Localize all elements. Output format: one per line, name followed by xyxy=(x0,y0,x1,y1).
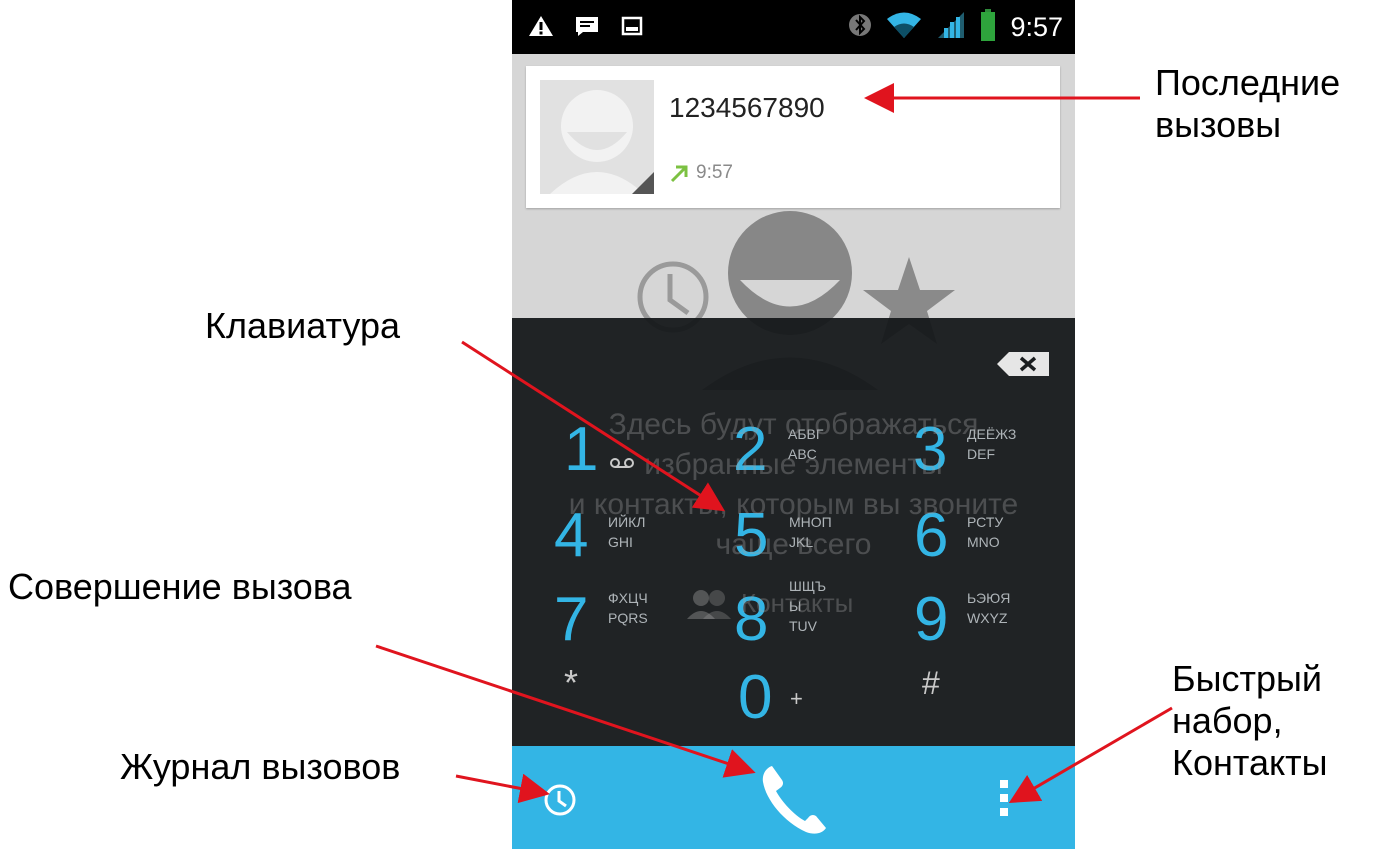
overflow-menu-icon[interactable] xyxy=(998,776,1010,825)
status-time: 9:57 xyxy=(1010,12,1063,42)
recent-call-time: 9:57 xyxy=(696,162,733,183)
call-button-phone-icon[interactable] xyxy=(756,760,836,845)
recent-call-number: 1234567890 xyxy=(669,92,825,123)
signal-icon xyxy=(936,10,966,45)
key-hash[interactable]: # xyxy=(922,658,1072,738)
annotation-call-log: Журнал вызовов xyxy=(120,746,401,787)
annotation-recent-calls: Последние вызовы xyxy=(1155,62,1341,145)
annotation-make-call: Совершение вызова xyxy=(8,566,352,607)
phone-screen: 9:57 1234567890 9:57 Здесь будут отображ… xyxy=(512,0,1075,849)
message-icon xyxy=(574,14,600,43)
bottom-action-bar xyxy=(512,746,1075,849)
outgoing-call-arrow-icon xyxy=(668,163,690,190)
call-log-icon[interactable] xyxy=(542,782,578,823)
annotation-speed-dial: Быстрый набор, Контакты xyxy=(1172,658,1328,783)
key-9[interactable]: 9 ЬЭЮЯ WXYZ xyxy=(914,580,1064,660)
status-bar: 9:57 xyxy=(512,0,1075,54)
all-contacts-link[interactable]: Контакты xyxy=(687,588,853,619)
backspace-icon[interactable] xyxy=(995,348,1055,380)
annotation-keypad: Клавиатура xyxy=(205,305,400,346)
key-star[interactable]: * xyxy=(564,658,714,738)
key-0[interactable]: 0 + xyxy=(738,658,888,738)
recent-call-card[interactable]: 1234567890 9:57 xyxy=(526,66,1060,208)
key-7[interactable]: 7 ФХЦЧ PQRS xyxy=(554,580,704,660)
contacts-group-icon xyxy=(687,589,731,619)
warning-icon xyxy=(528,14,554,43)
bluetooth-icon xyxy=(848,10,872,45)
image-icon xyxy=(620,14,644,43)
favorites-empty-text: Здесь будут отображаться избранные элеме… xyxy=(568,408,1019,561)
contact-avatar[interactable] xyxy=(540,80,654,194)
wifi-icon xyxy=(886,10,922,45)
battery-icon xyxy=(980,9,996,46)
